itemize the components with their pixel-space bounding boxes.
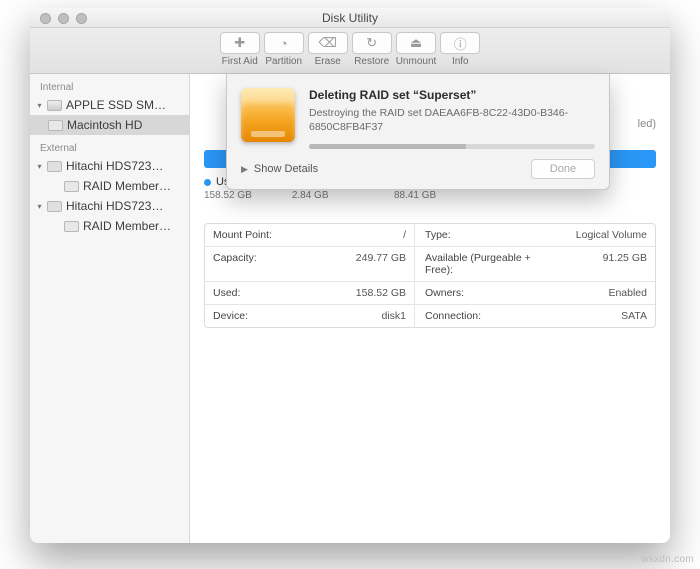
sidebar-item-external-disk[interactable]: ▾ Hitachi HDS723… bbox=[30, 156, 189, 176]
detail-key: Mount Point: bbox=[205, 224, 305, 246]
zoom-window-icon[interactable] bbox=[76, 13, 87, 24]
sidebar-item-macintosh-hd[interactable]: Macintosh HD bbox=[30, 115, 189, 135]
show-details-label: Show Details bbox=[254, 163, 318, 175]
restore-button[interactable]: ↻ Restore bbox=[352, 32, 392, 67]
sidebar-section-internal: Internal bbox=[30, 80, 189, 95]
restore-icon: ↻ bbox=[366, 35, 377, 51]
sidebar-item-raid-member[interactable]: RAID Member… bbox=[30, 216, 189, 236]
partition-button[interactable]: ◔ Partition bbox=[264, 32, 304, 67]
detail-val: 158.52 GB bbox=[305, 282, 415, 304]
app-window: Disk Utility ✚ First Aid ◔ Partition ⌫ E… bbox=[30, 8, 670, 543]
detail-val: Enabled bbox=[555, 282, 655, 304]
sheet-title: Deleting RAID set “Superset” bbox=[309, 88, 595, 102]
detail-key: Connection: bbox=[415, 305, 555, 327]
detail-val: 249.77 GB bbox=[305, 247, 415, 281]
chevron-right-icon: ▶ bbox=[241, 164, 248, 175]
sidebar-item-internal-disk[interactable]: ▾ APPLE SSD SM… bbox=[30, 95, 189, 115]
first-aid-icon: ✚ bbox=[234, 35, 245, 51]
sidebar: Internal ▾ APPLE SSD SM… Macintosh HD Ex… bbox=[30, 74, 190, 543]
titlebar: Disk Utility bbox=[30, 8, 670, 28]
close-window-icon[interactable] bbox=[40, 13, 51, 24]
legend-dot-used-icon bbox=[204, 179, 211, 186]
info-icon: ⓘ bbox=[454, 34, 467, 53]
progress-sheet: Deleting RAID set “Superset” Destroying … bbox=[226, 74, 610, 190]
sheet-message: Destroying the RAID set DAEAA6FB-8C22-43… bbox=[309, 106, 595, 134]
progress-bar bbox=[309, 144, 595, 149]
info-button[interactable]: ⓘ Info bbox=[440, 32, 480, 67]
detail-val: SATA bbox=[555, 305, 655, 327]
stat-value: 88.41 GB bbox=[394, 190, 436, 201]
volume-icon bbox=[64, 181, 79, 192]
unmount-button[interactable]: ⏏ Unmount bbox=[396, 32, 437, 67]
sidebar-item-external-disk[interactable]: ▾ Hitachi HDS723… bbox=[30, 196, 189, 216]
stat-value: 158.52 GB bbox=[204, 190, 252, 201]
hdd-disk-icon bbox=[47, 201, 62, 212]
detail-key: Capacity: bbox=[205, 247, 305, 281]
drive-icon bbox=[241, 88, 295, 142]
erase-icon: ⌫ bbox=[319, 35, 337, 51]
detail-val: disk1 bbox=[305, 305, 415, 327]
toolbar: ✚ First Aid ◔ Partition ⌫ Erase ↻ Restor… bbox=[30, 28, 670, 74]
detail-val: Logical Volume bbox=[555, 224, 655, 246]
sidebar-item-label: APPLE SSD SM… bbox=[66, 98, 183, 112]
sidebar-item-label: Hitachi HDS723… bbox=[66, 199, 183, 213]
sidebar-item-label: RAID Member… bbox=[83, 179, 183, 193]
minimize-window-icon[interactable] bbox=[58, 13, 69, 24]
window-title: Disk Utility bbox=[322, 11, 378, 25]
show-details-toggle[interactable]: ▶ Show Details bbox=[241, 163, 318, 175]
detail-key: Available (Purgeable + Free): bbox=[415, 247, 555, 281]
detail-key: Type: bbox=[415, 224, 555, 246]
sidebar-item-label: Hitachi HDS723… bbox=[66, 159, 183, 173]
partition-icon: ◔ bbox=[280, 36, 288, 51]
sidebar-section-external: External bbox=[30, 141, 189, 156]
table-row: Device: disk1 Connection: SATA bbox=[205, 305, 655, 327]
sidebar-item-label: Macintosh HD bbox=[67, 118, 183, 132]
hdd-disk-icon bbox=[47, 161, 62, 172]
ssd-disk-icon bbox=[47, 100, 62, 111]
detail-key: Owners: bbox=[415, 282, 555, 304]
unmount-icon: ⏏ bbox=[410, 35, 422, 51]
erase-button[interactable]: ⌫ Erase bbox=[308, 32, 348, 67]
traffic-lights bbox=[40, 13, 87, 24]
detail-val: 91.25 GB bbox=[555, 247, 655, 281]
disclosure-triangle-icon[interactable]: ▾ bbox=[36, 202, 43, 211]
first-aid-button[interactable]: ✚ First Aid bbox=[220, 32, 260, 67]
volume-icon bbox=[64, 221, 79, 232]
done-button: Done bbox=[531, 159, 595, 179]
disclosure-triangle-icon[interactable]: ▾ bbox=[36, 162, 43, 171]
detail-val: / bbox=[305, 224, 415, 246]
sidebar-item-raid-member[interactable]: RAID Member… bbox=[30, 176, 189, 196]
done-label: Done bbox=[550, 163, 576, 175]
details-table: Mount Point: / Type: Logical Volume Capa… bbox=[204, 223, 656, 328]
detail-key: Used: bbox=[205, 282, 305, 304]
table-row: Mount Point: / Type: Logical Volume bbox=[205, 224, 655, 247]
table-row: Capacity: 249.77 GB Available (Purgeable… bbox=[205, 247, 655, 282]
volume-icon bbox=[48, 120, 63, 131]
stat-value: 2.84 GB bbox=[292, 190, 354, 201]
detail-key: Device: bbox=[205, 305, 305, 327]
table-row: Used: 158.52 GB Owners: Enabled bbox=[205, 282, 655, 305]
watermark: wsxdn.com bbox=[641, 554, 694, 565]
sidebar-item-label: RAID Member… bbox=[83, 219, 183, 233]
disclosure-triangle-icon[interactable]: ▾ bbox=[36, 101, 43, 110]
